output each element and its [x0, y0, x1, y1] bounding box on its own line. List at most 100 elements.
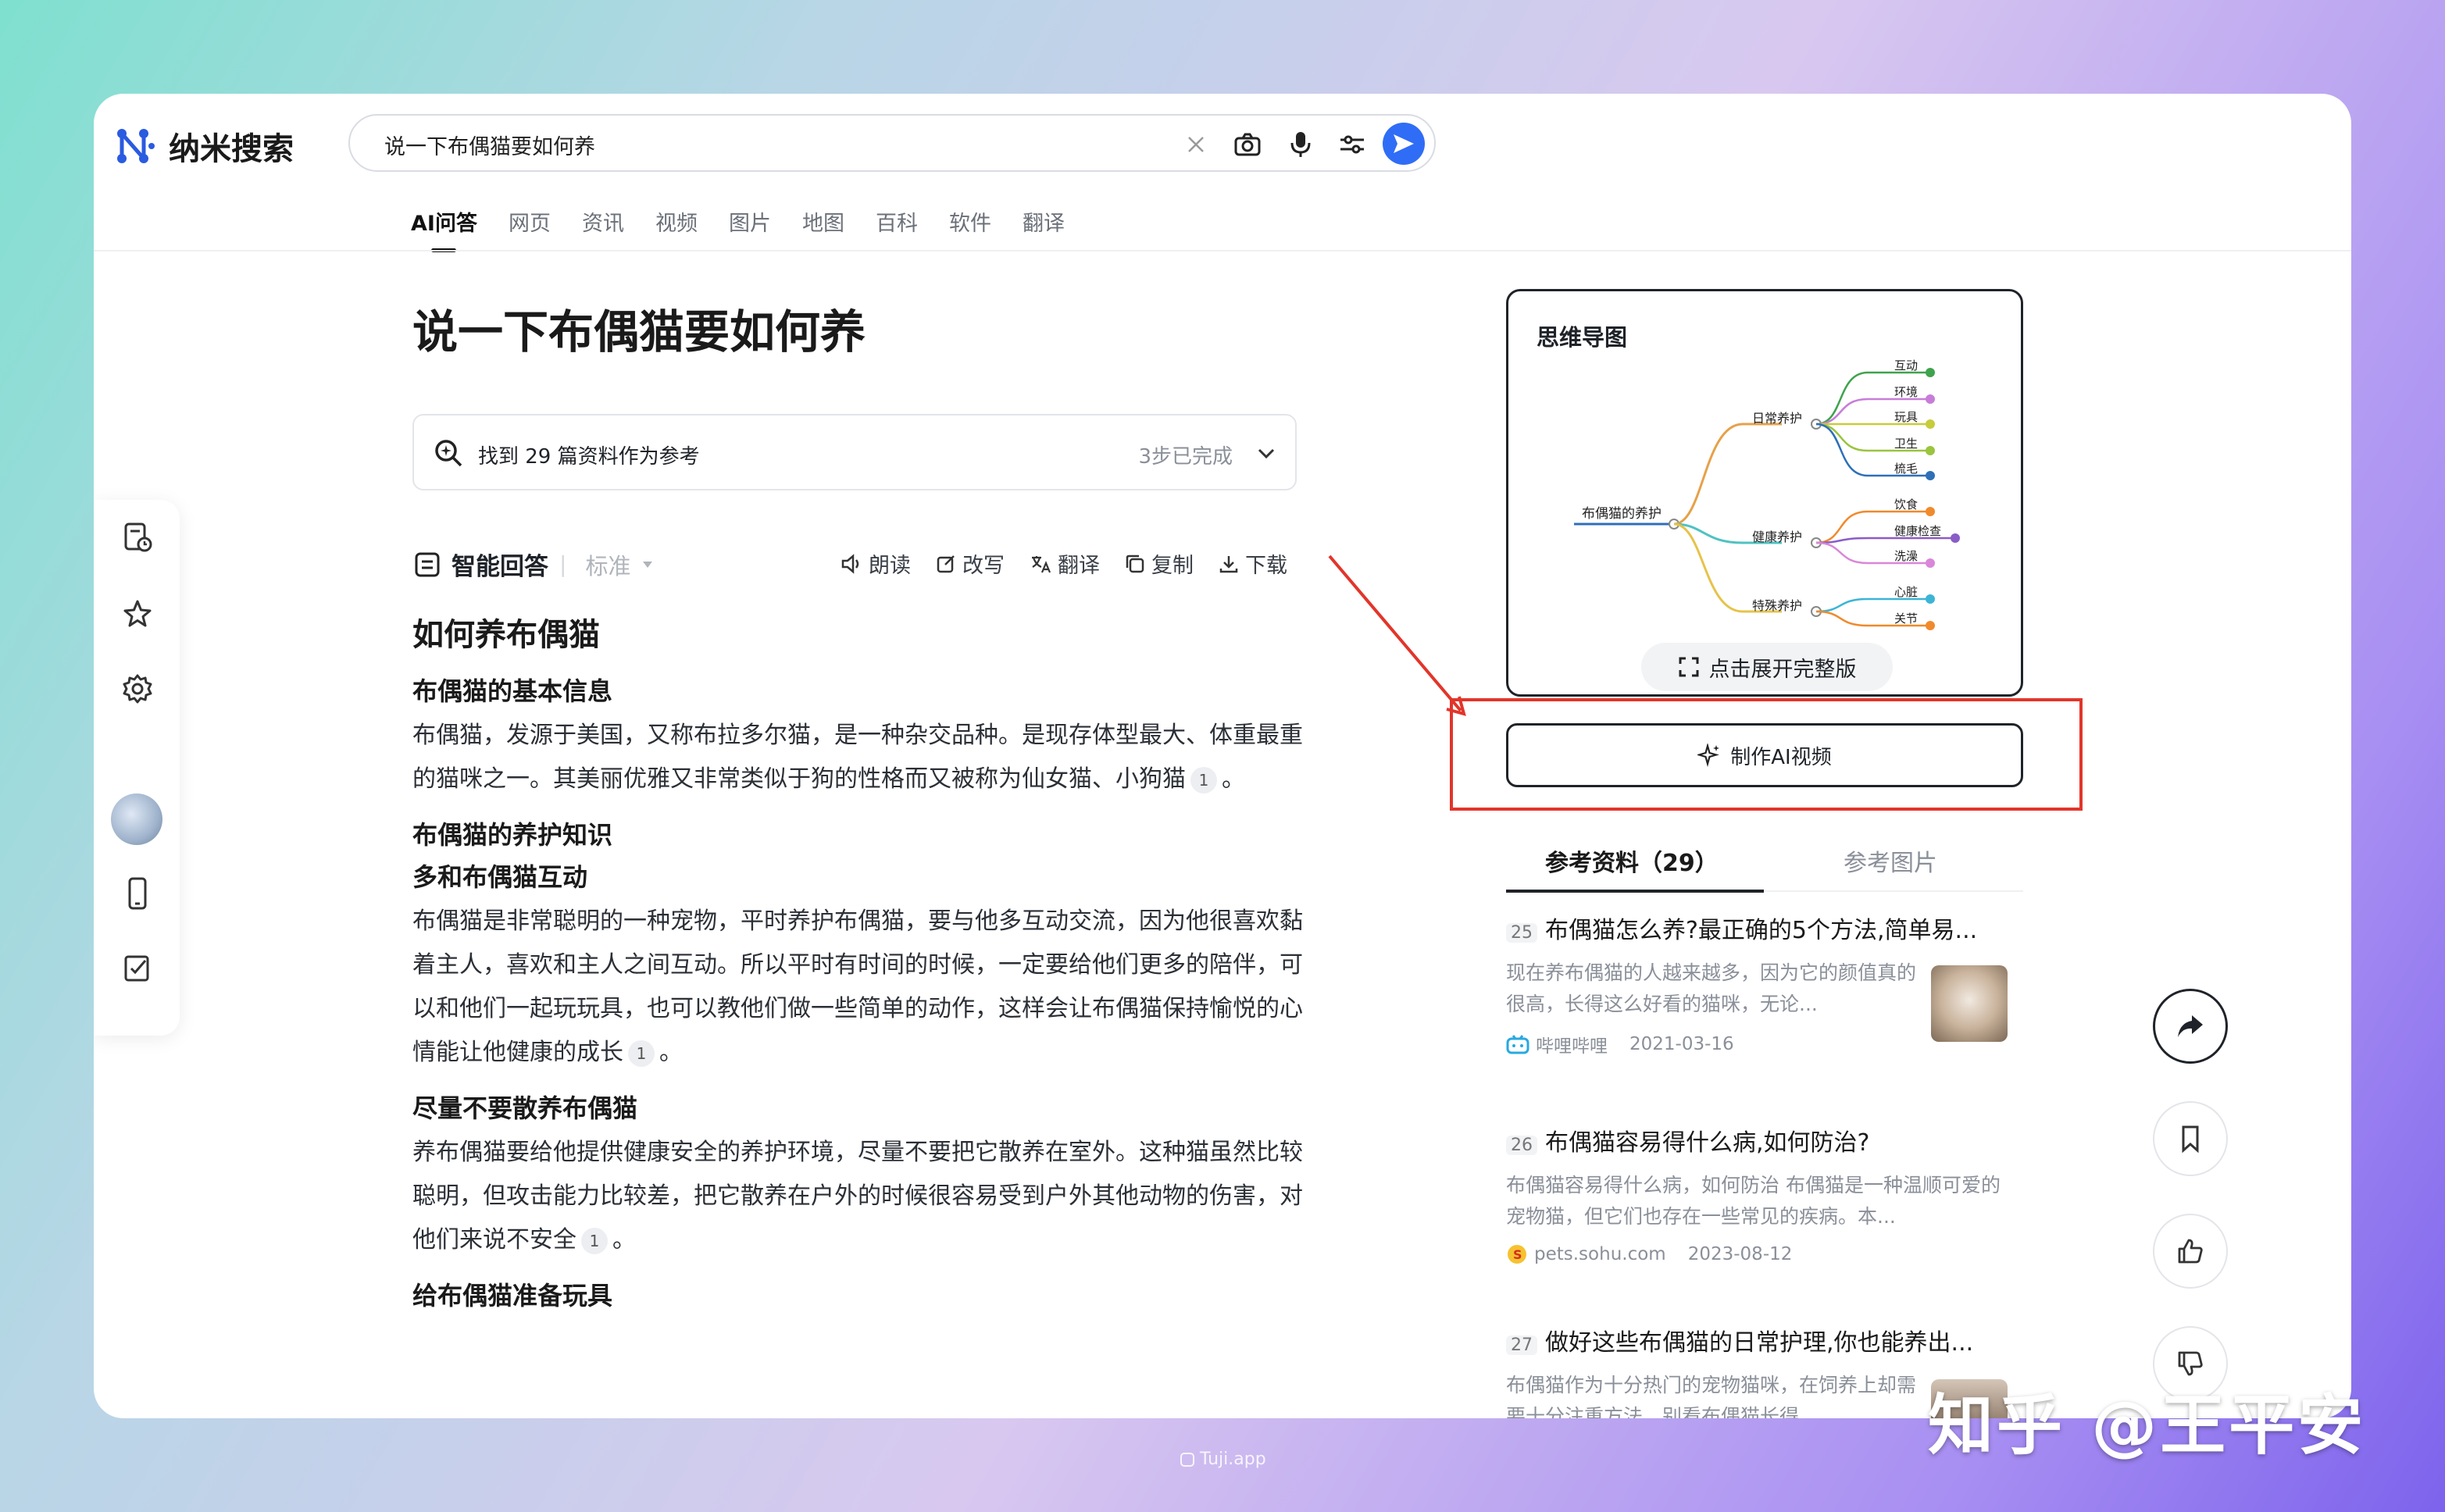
avatar[interactable]	[111, 793, 162, 845]
microphone-icon[interactable]	[1286, 130, 1315, 159]
rewrite-button[interactable]: 改写	[936, 548, 1005, 579]
bilibili-icon	[1506, 1035, 1529, 1054]
download-button[interactable]: 下载	[1219, 548, 1287, 579]
left-sidebar	[94, 500, 180, 1036]
leaf-label: 卫生	[1894, 437, 1918, 451]
answer-mode-select[interactable]: 标准	[585, 548, 630, 581]
header-divider	[94, 250, 2351, 251]
send-search-button[interactable]	[1383, 123, 1425, 165]
leaf-node	[1926, 419, 1935, 429]
leaf-label: 互动	[1894, 358, 1918, 373]
history-icon[interactable]	[117, 517, 158, 558]
caret-down-icon[interactable]	[641, 560, 654, 569]
translate-icon	[1032, 555, 1051, 572]
answer-heading: 如何养布偶猫	[412, 617, 600, 653]
reference-title: 26 布偶猫容易得什么病,如何防治?	[1506, 1123, 2006, 1157]
copy-icon	[1126, 555, 1144, 572]
tab-references[interactable]: 参考资料（29）	[1506, 843, 1764, 893]
tab-software[interactable]: 软件	[949, 206, 991, 244]
reference-item[interactable]: 25 布偶猫怎么养?最正确的5个方法,简单易... 现在养布偶猫的人越来越多，因为…	[1506, 911, 2008, 1057]
leaf-label: 饮食	[1894, 497, 1918, 512]
tab-video[interactable]: 视频	[655, 206, 698, 244]
section-title: 给布偶猫准备玩具	[412, 1281, 613, 1311]
star-icon[interactable]	[117, 594, 158, 634]
chevron-down-icon[interactable]	[1256, 445, 1276, 461]
branch-label: 特殊养护	[1752, 598, 1802, 613]
section-text: 布偶猫是非常聪明的一种宠物，平时养护布偶猫，要与他多互动交流，因为他很喜欢黏着主…	[412, 908, 1303, 1067]
leaf-node	[1926, 446, 1935, 455]
search-bar[interactable]: 说一下布偶猫要如何养	[348, 114, 1436, 172]
mobile-icon[interactable]	[117, 873, 158, 914]
answer-toolbar-left: 智能回答 | 标准	[414, 547, 654, 582]
svg-text:S: S	[1513, 1247, 1522, 1262]
app-name: 纳米搜索	[169, 131, 294, 167]
search-tabs: AI问答 网页 资讯 视频 图片 地图 百科 软件 翻译	[411, 206, 1065, 252]
section-title: 布偶猫的养护知识	[412, 820, 613, 850]
tab-translate[interactable]: 翻译	[1023, 206, 1065, 244]
references-count-text: 找到 29 篇资料作为参考	[478, 445, 700, 469]
leaf-link	[1815, 597, 1930, 613]
tab-wiki[interactable]: 百科	[876, 206, 918, 244]
reference-title: 27 做好这些布偶猫的日常护理,你也能养出...	[1506, 1323, 2006, 1357]
leaf-node	[1926, 594, 1935, 604]
answer-actions: 朗读 改写 翻译 复制 下载	[841, 548, 1287, 579]
zhihu-watermark: 知乎 @王平安	[1928, 1387, 2367, 1464]
leaf-node	[1926, 558, 1935, 568]
mindmap-graphic: 布偶猫的养护 日常养护 健康养护 特殊养护 互动 环境 玩具 卫生 梳毛 饮食 …	[1574, 358, 1960, 630]
download-icon	[1219, 555, 1238, 572]
expand-icon	[1679, 657, 1698, 677]
leaf-node	[1951, 533, 1960, 543]
reference-meta: S pets.sohu.com 2023-08-12	[1506, 1243, 2006, 1265]
reference-item[interactable]: 26 布偶猫容易得什么病,如何防治? 布偶猫容易得什么病，如何防治 布偶猫是一种温…	[1506, 1123, 2006, 1265]
citation-badge[interactable]: 1	[628, 1040, 655, 1067]
filter-settings-icon[interactable]	[1337, 130, 1367, 159]
edit-note-icon[interactable]	[117, 948, 158, 989]
copy-button[interactable]: 复制	[1125, 548, 1194, 579]
logo-icon	[117, 129, 155, 163]
gear-icon[interactable]	[117, 669, 158, 709]
tab-news[interactable]: 资讯	[582, 206, 624, 244]
make-ai-video-button[interactable]: 制作AI视频	[1506, 723, 2023, 787]
tab-images[interactable]: 图片	[729, 206, 771, 244]
sparkle-icon	[1697, 744, 1720, 767]
mindmap-root: 布偶猫的养护	[1582, 506, 1662, 522]
citation-badge[interactable]: 1	[581, 1227, 608, 1254]
leaf-label: 关节	[1894, 612, 1918, 626]
leaf-node	[1926, 368, 1935, 377]
speaker-icon	[841, 553, 859, 574]
section-text: 布偶猫，发源于美国，又称布拉多尔猫，是一种杂交品种。是现存体型最大、体重最重的猫…	[412, 722, 1303, 793]
tab-ai-qa[interactable]: AI问答	[411, 206, 477, 252]
reference-thumbnail	[1931, 965, 2008, 1042]
mindmap-card[interactable]: 思维导图 布偶猫的养护 日常养护 健康养护 特殊养护 互动 环境 玩具 卫生 梳…	[1506, 289, 2023, 697]
sohu-icon: S	[1508, 1245, 1526, 1264]
reference-title: 25 布偶猫怎么养?最正确的5个方法,简单易...	[1506, 911, 2006, 945]
tab-web[interactable]: 网页	[509, 206, 551, 244]
leaf-node	[1926, 394, 1935, 404]
references-summary-bar[interactable]: 找到 29 篇资料作为参考 3步已完成	[412, 414, 1297, 490]
camera-icon[interactable]	[1233, 130, 1262, 159]
citation-badge[interactable]: 1	[1190, 766, 1217, 793]
like-button[interactable]	[2153, 1214, 2228, 1289]
app-logo[interactable]: 纳米搜索	[114, 123, 294, 169]
leaf-label: 梳毛	[1894, 462, 1918, 476]
search-input[interactable]: 说一下布偶猫要如何养	[384, 130, 595, 160]
footer-credit: Tuji.app	[1180, 1450, 1266, 1469]
tab-map[interactable]: 地图	[802, 206, 844, 244]
bookmark-button[interactable]	[2153, 1101, 2228, 1176]
edit-icon	[937, 555, 955, 572]
leaf-label: 心脏	[1894, 585, 1918, 599]
expand-mindmap-button[interactable]: 点击展开完整版	[1641, 643, 1893, 691]
tuji-icon	[1180, 1452, 1194, 1467]
read-aloud-button[interactable]: 朗读	[841, 548, 911, 579]
bookmark-icon	[2182, 1125, 2199, 1153]
share-button[interactable]	[2153, 989, 2228, 1064]
section-text: 养布偶猫要给他提供健康安全的养护环境，尽量不要把它散养在室外。这种猫虽然比较聪明…	[412, 1139, 1303, 1254]
reference-snippet: 布偶猫作为十分热门的宠物猫咪，在饲养上却需要十分注重方法，别看布偶猫长得	[1506, 1374, 1917, 1418]
clear-icon[interactable]	[1181, 130, 1211, 159]
translate-button[interactable]: 翻译	[1030, 548, 1100, 579]
leaf-node	[1926, 471, 1935, 480]
tab-reference-images[interactable]: 参考图片	[1844, 843, 1937, 878]
reference-tabs: 参考资料（29） 参考图片	[1506, 843, 2023, 893]
section-title: 尽量不要散养布偶猫	[412, 1093, 638, 1123]
answer-icon	[415, 552, 440, 576]
